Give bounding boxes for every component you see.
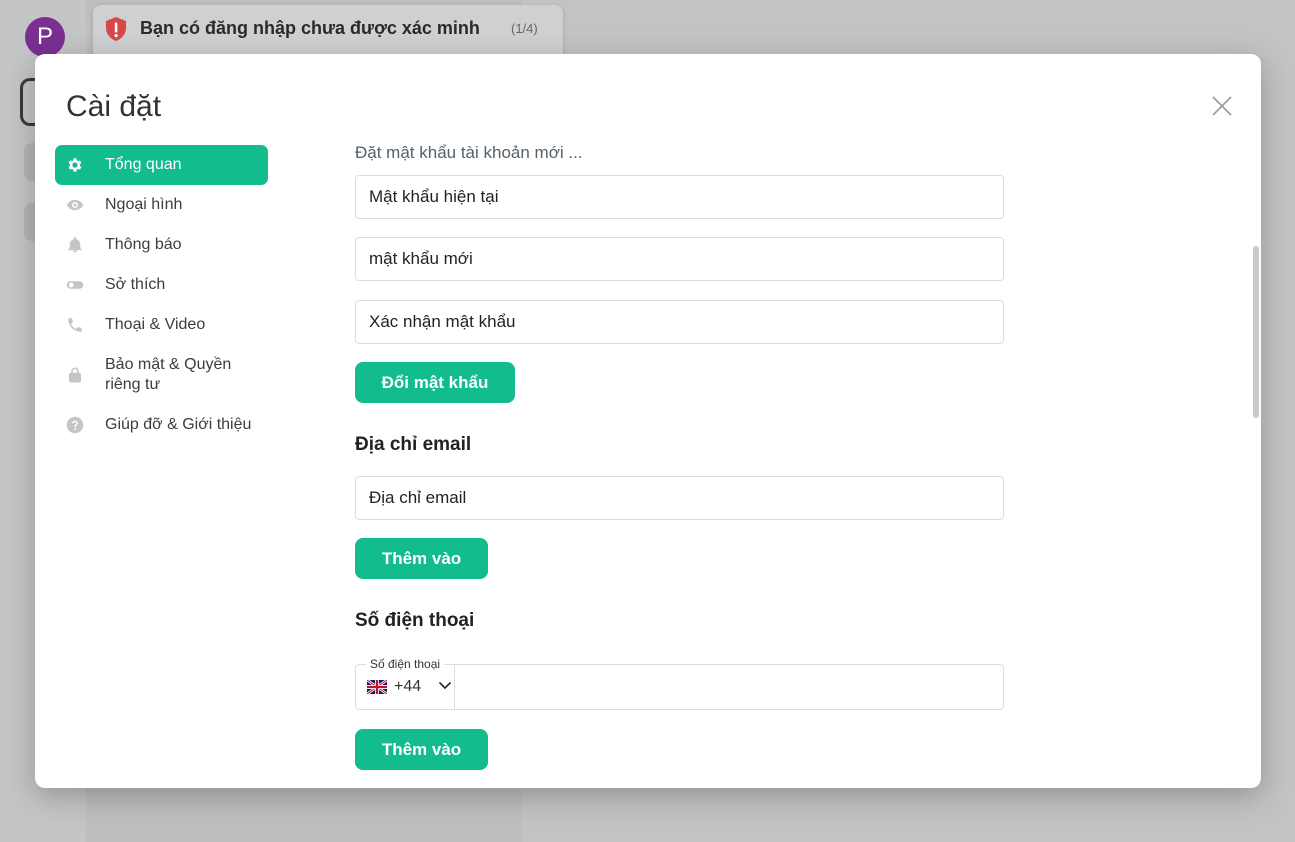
sidebar-item-notifications[interactable]: Thông báo (55, 225, 268, 265)
sidebar-item-label: Thông báo (105, 236, 182, 253)
modal-title: Cài đặt (66, 90, 162, 123)
sidebar-item-help-about[interactable]: Giúp đỡ & Giới thiệu (55, 405, 268, 445)
sidebar-item-label: Sở thích (105, 276, 166, 293)
sidebar-item-label: Tổng quan (105, 156, 182, 173)
phone-number-input[interactable] (455, 665, 1003, 709)
shield-alert-icon (106, 17, 126, 41)
phone-field-label: Số điện thoại (366, 657, 445, 671)
phone-field[interactable]: +44 Số điện thoại (355, 657, 1004, 710)
banner-text: Bạn có đăng nhập chưa được xác minh (140, 18, 480, 38)
current-password-input[interactable] (356, 176, 1003, 218)
change-password-button[interactable]: Đổi mật khẩu (355, 362, 515, 403)
add-email-button[interactable]: Thêm vào (355, 538, 488, 579)
sidebar-item-appearance[interactable]: Ngoại hình (55, 185, 268, 225)
toggle-icon (66, 281, 84, 289)
uk-flag-icon (367, 680, 387, 694)
scrollbar[interactable] (1253, 246, 1259, 418)
eye-icon (66, 199, 84, 211)
new-password-input[interactable] (356, 238, 1003, 280)
sidebar-item-label: Bảo mật & Quyền riêng tư (105, 356, 232, 393)
phone-heading: Số điện thoại (355, 610, 475, 631)
email-field[interactable] (355, 476, 1004, 520)
chevron-down-icon (439, 682, 451, 690)
settings-modal: Cài đặt Tổng quan Ngoại hình Thông báo S… (35, 54, 1261, 788)
close-icon[interactable] (1210, 94, 1234, 118)
sidebar-item-voice-video[interactable]: Thoại & Video (55, 305, 268, 345)
email-heading: Địa chỉ email (355, 434, 472, 455)
country-code-select[interactable]: +44 (356, 665, 455, 709)
sidebar-item-overview[interactable]: Tổng quan (55, 145, 268, 185)
sidebar-item-security-privacy[interactable]: Bảo mật & Quyền riêng tư (55, 345, 268, 405)
country-code: +44 (394, 678, 422, 695)
avatar[interactable]: P (25, 17, 65, 57)
banner-count: (1/4) (511, 21, 538, 36)
bell-icon (68, 237, 82, 253)
phone-icon (68, 318, 82, 332)
gear-icon (68, 158, 82, 172)
email-input[interactable] (356, 477, 1003, 519)
confirm-password-field[interactable] (355, 300, 1004, 344)
sidebar-item-label: Ngoại hình (105, 196, 183, 213)
lock-icon (69, 367, 81, 383)
new-password-field[interactable] (355, 237, 1004, 281)
sidebar-item-preferences[interactable]: Sở thích (55, 265, 268, 305)
help-icon (66, 416, 84, 434)
current-password-field[interactable] (355, 175, 1004, 219)
confirm-password-input[interactable] (356, 301, 1003, 343)
sidebar-item-label: Giúp đỡ & Giới thiệu (105, 416, 252, 433)
add-phone-button[interactable]: Thêm vào (355, 729, 488, 770)
sidebar-item-label: Thoại & Video (105, 316, 206, 333)
password-section-label: Đặt mật khẩu tài khoản mới ... (355, 143, 583, 162)
